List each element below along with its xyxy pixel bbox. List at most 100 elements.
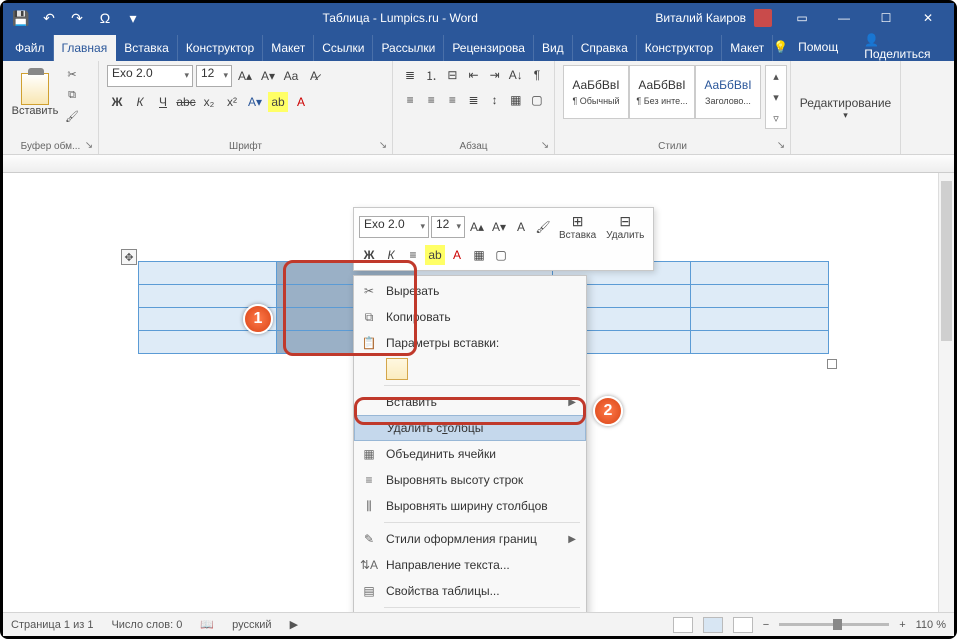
status-spell-icon[interactable]: 📖 xyxy=(200,618,214,631)
zoom-slider[interactable] xyxy=(779,623,889,626)
tab-home[interactable]: Главная xyxy=(54,35,117,61)
style-heading1[interactable]: АаБбВвІЗаголово... xyxy=(695,65,761,119)
mini-font-combo[interactable]: Exo 2.0 xyxy=(359,216,429,238)
mini-bold-button[interactable]: Ж xyxy=(359,245,379,265)
share-button[interactable]: Поделиться xyxy=(864,47,930,61)
editing-dropdown[interactable]: Редактирование▾ xyxy=(800,96,891,121)
ctx-text-direction[interactable]: ⇅AНаправление текста... xyxy=(354,552,586,578)
bullets-button[interactable]: ≣ xyxy=(401,65,419,85)
mini-styles-icon[interactable]: A xyxy=(511,217,531,237)
justify-button[interactable]: ≣ xyxy=(464,90,482,110)
ctx-dist-cols[interactable]: ⫼Выровнять ширину столбцов xyxy=(354,493,586,519)
italic-button[interactable]: К xyxy=(130,92,150,112)
status-words[interactable]: Число слов: 0 xyxy=(111,619,182,631)
clear-format-button[interactable]: A̷ xyxy=(304,66,324,86)
strike-button[interactable]: abc xyxy=(176,92,196,112)
redo-button[interactable]: ↷ xyxy=(65,6,89,30)
tell-me-input[interactable]: Помощ xyxy=(798,40,838,54)
tab-design[interactable]: Конструктор xyxy=(178,35,263,61)
highlight-button[interactable]: ab xyxy=(268,92,288,112)
minimize-button[interactable]: — xyxy=(824,4,864,32)
symbol-button[interactable]: Ω xyxy=(93,6,117,30)
undo-button[interactable]: ↶ xyxy=(37,6,61,30)
grow-font-button[interactable]: A▴ xyxy=(235,66,255,86)
numbering-button[interactable]: ⒈ xyxy=(422,65,440,85)
tab-view[interactable]: Вид xyxy=(534,35,573,61)
align-left-button[interactable]: ≡ xyxy=(401,90,419,110)
paste-option-icon[interactable] xyxy=(386,358,408,380)
horizontal-ruler[interactable] xyxy=(3,155,954,173)
ctx-table-props[interactable]: ▤Свойства таблицы... xyxy=(354,578,586,604)
mini-highlight-button[interactable]: ab xyxy=(425,245,445,265)
table-resize-handle[interactable] xyxy=(827,359,837,369)
show-marks-button[interactable]: ¶ xyxy=(528,65,546,85)
mini-size-combo[interactable]: 12 xyxy=(431,216,465,238)
view-read-button[interactable] xyxy=(673,617,693,633)
view-web-button[interactable] xyxy=(733,617,753,633)
close-button[interactable]: ✕ xyxy=(908,4,948,32)
mini-shading-button[interactable]: ▦ xyxy=(469,245,489,265)
indent-dec-button[interactable]: ⇤ xyxy=(464,65,482,85)
tab-references[interactable]: Ссылки xyxy=(314,35,373,61)
styles-down-icon[interactable]: ▾ xyxy=(767,88,785,106)
style-normal[interactable]: АаБбВвІ¶ Обычный xyxy=(563,65,629,119)
tab-table-layout[interactable]: Макет xyxy=(722,35,773,61)
mini-italic-button[interactable]: К xyxy=(381,245,401,265)
maximize-button[interactable]: ☐ xyxy=(866,4,906,32)
ctx-border-styles[interactable]: ✎Стили оформления границ▶ xyxy=(354,526,586,552)
align-center-button[interactable]: ≡ xyxy=(422,90,440,110)
font-launcher-icon[interactable]: ↘ xyxy=(376,138,390,152)
mini-fontcolor-button[interactable]: A xyxy=(447,245,467,265)
mini-shrink-icon[interactable]: A▾ xyxy=(489,217,509,237)
ctx-insert[interactable]: Вставить▶ xyxy=(354,389,586,415)
shrink-font-button[interactable]: A▾ xyxy=(258,66,278,86)
mini-borders-button[interactable]: ▢ xyxy=(491,245,511,265)
tab-file[interactable]: Файл xyxy=(7,35,54,61)
ctx-paste-opt-btn[interactable] xyxy=(354,356,586,382)
vertical-scrollbar[interactable] xyxy=(938,173,954,612)
ctx-cut[interactable]: ✂Вырезать xyxy=(354,278,586,304)
zoom-value[interactable]: 110 % xyxy=(916,619,946,631)
ctx-merge[interactable]: ▦Объединить ячейки xyxy=(354,441,586,467)
zoom-out-button[interactable]: − xyxy=(763,619,769,631)
cut-button[interactable]: ✂ xyxy=(63,65,81,83)
view-print-button[interactable] xyxy=(703,617,723,633)
bold-button[interactable]: Ж xyxy=(107,92,127,112)
sort-button[interactable]: A↓ xyxy=(507,65,525,85)
shading-button[interactable]: ▦ xyxy=(507,90,525,110)
qat-customize-icon[interactable]: ▾ xyxy=(121,6,145,30)
clipboard-launcher-icon[interactable]: ↘ xyxy=(82,138,96,152)
ribbon-options-icon[interactable]: ▭ xyxy=(782,4,822,32)
superscript-button[interactable]: x² xyxy=(222,92,242,112)
text-effects-button[interactable]: A▾ xyxy=(245,92,265,112)
paragraph-launcher-icon[interactable]: ↘ xyxy=(538,138,552,152)
mini-grow-icon[interactable]: A▴ xyxy=(467,217,487,237)
tab-review[interactable]: Рецензирова xyxy=(444,35,534,61)
ctx-dist-rows[interactable]: ≡Выровнять высоту строк xyxy=(354,467,586,493)
change-case-button[interactable]: Aa xyxy=(281,66,301,86)
indent-inc-button[interactable]: ⇥ xyxy=(486,65,504,85)
format-painter-button[interactable]: 🖌 xyxy=(63,107,81,125)
styles-up-icon[interactable]: ▴ xyxy=(767,67,785,85)
save-button[interactable]: 💾 xyxy=(9,6,33,30)
ctx-copy[interactable]: ⧉Копировать xyxy=(354,304,586,330)
mini-painter-icon[interactable]: 🖌 xyxy=(533,217,553,237)
tab-mailings[interactable]: Рассылки xyxy=(373,35,444,61)
mini-align-button[interactable]: ≡ xyxy=(403,245,423,265)
document-area[interactable]: ✥ Exo 2.0 12 A▴ A▾ A 🖌 ⊞Вставка ⊟Удалить… xyxy=(3,173,954,612)
tab-table-design[interactable]: Конструктор xyxy=(637,35,722,61)
tab-help[interactable]: Справка xyxy=(573,35,637,61)
status-page[interactable]: Страница 1 из 1 xyxy=(11,619,93,631)
status-macro-icon[interactable]: ▶ xyxy=(290,618,298,631)
zoom-in-button[interactable]: + xyxy=(899,619,905,631)
subscript-button[interactable]: x₂ xyxy=(199,92,219,112)
tab-insert[interactable]: Вставка xyxy=(116,35,178,61)
multilevel-button[interactable]: ⊟ xyxy=(443,65,461,85)
avatar[interactable] xyxy=(754,9,772,27)
styles-launcher-icon[interactable]: ↘ xyxy=(774,138,788,152)
styles-more-icon[interactable]: ▿ xyxy=(767,109,785,127)
font-color-button[interactable]: A xyxy=(291,92,311,112)
user-area[interactable]: Виталий Каиров xyxy=(655,9,772,27)
paste-button[interactable]: Вставить xyxy=(11,65,59,125)
ctx-delete-columns[interactable]: Удалить столбцы xyxy=(354,415,586,441)
